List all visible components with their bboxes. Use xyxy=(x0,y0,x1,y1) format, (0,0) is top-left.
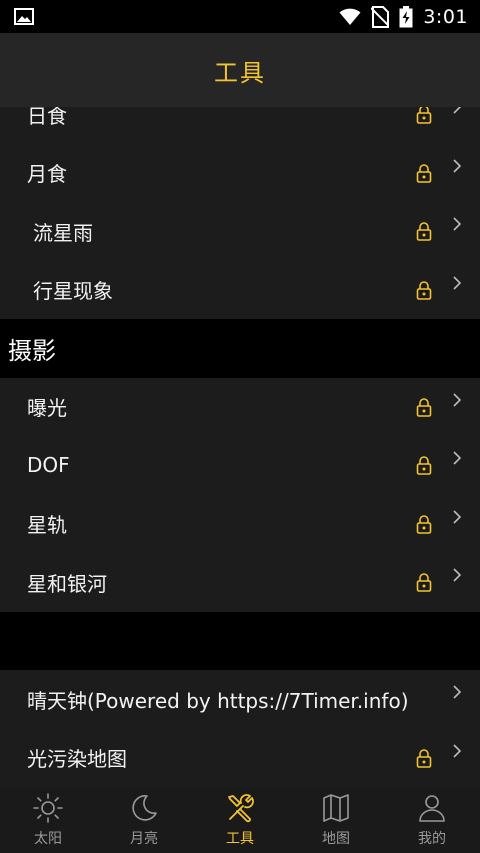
tab-label: 地图 xyxy=(322,831,350,847)
events-group: 日食 月食 流星雨 行星现象 xyxy=(0,107,480,319)
tab-map[interactable]: 地图 xyxy=(288,787,384,853)
chevron-right-icon xyxy=(453,685,462,699)
lock-icon xyxy=(416,514,432,534)
lock-icon xyxy=(416,222,432,242)
tab-profile[interactable]: 我的 xyxy=(384,787,480,853)
moon-icon xyxy=(132,795,157,821)
lock-icon xyxy=(416,456,432,476)
bottom-tab-bar: 太阳 月亮 工具 地图 我的 xyxy=(0,787,480,853)
app-bar: 工具 xyxy=(0,33,480,107)
tab-sun[interactable]: 太阳 xyxy=(0,787,96,853)
no-sim-icon xyxy=(371,6,390,28)
chevron-right-icon xyxy=(453,743,462,758)
section-spacer xyxy=(0,611,480,670)
list-item-label: 晴天钟(Powered by https://7Timer.info) xyxy=(27,688,409,713)
chevron-right-icon xyxy=(453,568,462,582)
list-item-solar-eclipse[interactable]: 日食 xyxy=(0,107,480,144)
photography-group: 曝光 DOF 星轨 星和银河 xyxy=(0,377,480,612)
list-item-label: 曝光 xyxy=(27,396,67,421)
tab-label: 太阳 xyxy=(34,831,62,847)
profile-icon xyxy=(419,795,445,822)
list-item-star-trails[interactable]: 星轨 xyxy=(0,495,480,554)
list-item-exposure[interactable]: 曝光 xyxy=(0,378,480,437)
list-item-label: DOF xyxy=(27,453,70,478)
section-title: 摄影 xyxy=(8,336,56,365)
wifi-icon xyxy=(339,8,361,25)
tools-icon xyxy=(228,794,254,823)
list-item-planet-phenomena[interactable]: 行星现象 xyxy=(0,261,480,320)
lock-icon xyxy=(416,163,432,183)
list-item-light-pollution-map[interactable]: 光污染地图 xyxy=(0,729,480,788)
status-icons: 3:01 xyxy=(339,5,468,29)
chevron-right-icon xyxy=(453,217,462,231)
tab-label: 工具 xyxy=(226,831,254,847)
tab-moon[interactable]: 月亮 xyxy=(96,787,192,853)
page-title: 工具 xyxy=(214,58,266,87)
lock-icon xyxy=(416,573,432,593)
chevron-right-icon xyxy=(453,451,462,465)
status-time: 3:01 xyxy=(423,6,468,28)
chevron-right-icon xyxy=(453,392,462,407)
lock-icon xyxy=(416,397,432,417)
list-item-label: 星和银河 xyxy=(27,571,107,596)
list-item-dof[interactable]: DOF xyxy=(0,436,480,495)
image-icon xyxy=(14,8,34,25)
lock-icon xyxy=(416,107,432,125)
list-item-label: 光污染地图 xyxy=(27,747,127,772)
list-item-label: 月食 xyxy=(27,162,67,187)
tab-label: 我的 xyxy=(418,831,446,847)
list-item-label: 行星现象 xyxy=(33,279,113,304)
tools-list[interactable]: 日食 月食 流星雨 行星现象 摄影 曝光 DOF 星轨 星和银河 晴天钟(Pow… xyxy=(0,107,480,787)
battery-charging-icon xyxy=(399,6,413,28)
list-item-label: 日食 xyxy=(27,107,67,128)
list-item-label: 流星雨 xyxy=(33,220,93,245)
chevron-right-icon xyxy=(453,158,462,173)
list-item-meteor-shower[interactable]: 流星雨 xyxy=(0,202,480,261)
tab-label: 月亮 xyxy=(130,831,158,847)
section-header-photography: 摄影 xyxy=(0,319,480,378)
lock-icon xyxy=(416,748,432,768)
list-item-lunar-eclipse[interactable]: 月食 xyxy=(0,144,480,203)
list-item-label: 星轨 xyxy=(27,513,67,538)
chevron-right-icon xyxy=(453,509,462,524)
status-bar: 3:01 xyxy=(0,0,480,33)
chevron-right-icon xyxy=(453,107,462,114)
lock-icon xyxy=(416,280,432,300)
sun-icon xyxy=(33,793,63,823)
list-item-stars-milky-way[interactable]: 星和银河 xyxy=(0,553,480,612)
other-group: 晴天钟(Powered by https://7Timer.info) 光污染地… xyxy=(0,670,480,787)
tab-tools[interactable]: 工具 xyxy=(192,787,288,853)
chevron-right-icon xyxy=(453,275,462,290)
map-icon xyxy=(323,794,349,822)
list-item-clear-sky-clock[interactable]: 晴天钟(Powered by https://7Timer.info) xyxy=(0,670,480,729)
